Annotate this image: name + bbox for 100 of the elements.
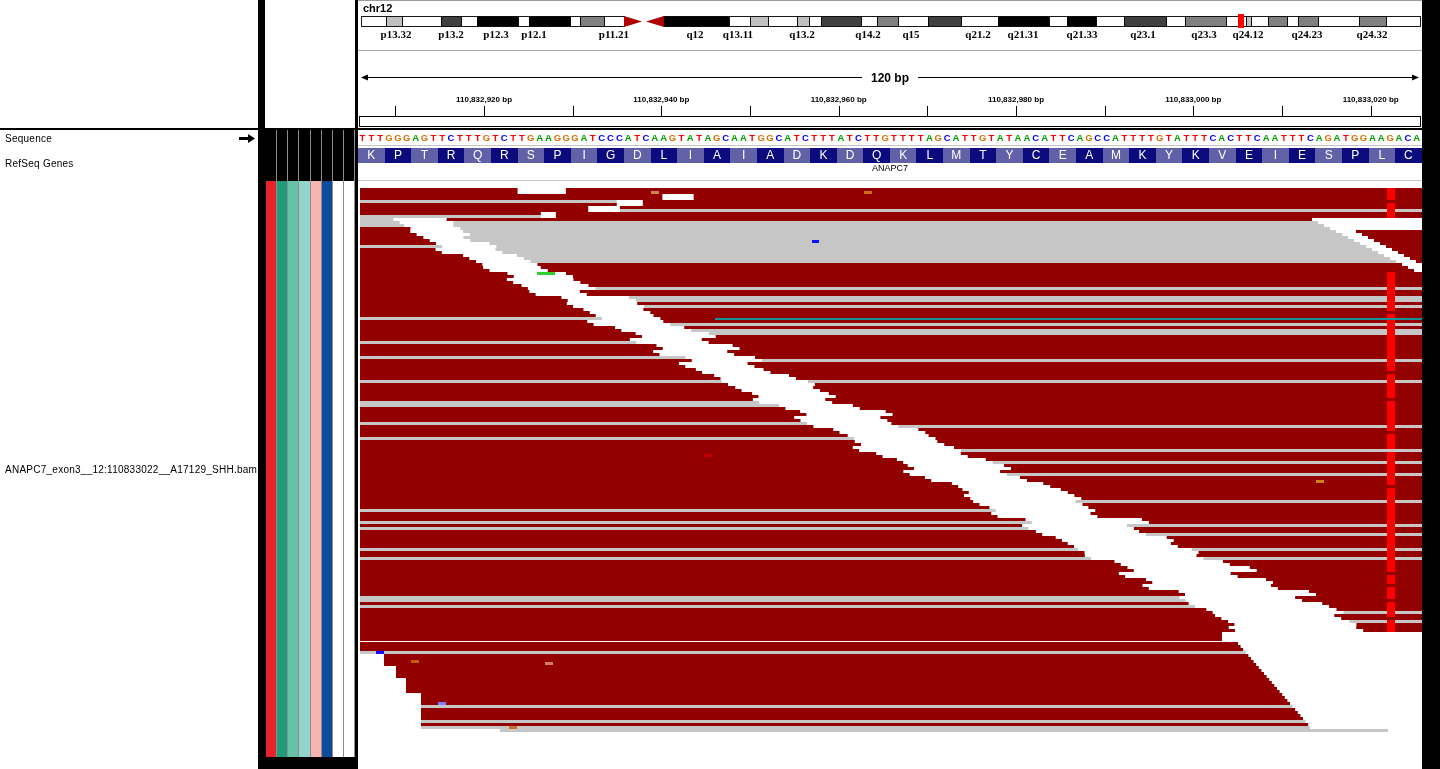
cytoband-label: q21.2 <box>965 28 991 40</box>
amino-acid: D <box>836 148 864 163</box>
amino-acid: C <box>1022 148 1050 163</box>
amino-acid: A <box>1076 148 1103 163</box>
nucleotide: T <box>1200 132 1208 143</box>
nucleotide: T <box>792 132 801 143</box>
nucleotide: T <box>1191 132 1200 143</box>
nucleotide: G <box>712 132 722 143</box>
nucleotide: T <box>695 132 703 143</box>
span-label: 120 bp <box>871 71 909 85</box>
nucleotide: T <box>1138 132 1146 143</box>
nucleotide: G <box>570 132 580 143</box>
amino-acid: E <box>1288 148 1316 163</box>
nucleotide: T <box>518 132 526 143</box>
ruler-tick-label: 110,833,000 bp <box>1165 95 1222 104</box>
nucleotide: A <box>1394 132 1404 143</box>
amino-acid: R <box>437 148 465 163</box>
nucleotide: C <box>1208 132 1218 143</box>
nucleotide: T <box>907 132 916 143</box>
nucleotide: T <box>960 132 969 143</box>
amino-acid: C <box>1395 148 1422 163</box>
nucleotide: T <box>969 132 978 143</box>
nucleotide: C <box>1102 132 1112 143</box>
amino-acid: K <box>1129 148 1156 163</box>
nucleotide: C <box>641 132 651 143</box>
nucleotide: T <box>1120 132 1129 143</box>
right-arrow-icon[interactable] <box>239 133 255 143</box>
nucleotide: A <box>1022 132 1032 143</box>
amino-acid: Q <box>464 148 491 163</box>
amino-acid: P <box>544 148 571 163</box>
cytoband-label: q14.2 <box>855 28 881 40</box>
nucleotide: A <box>535 132 545 143</box>
chromosome-ideogram[interactable] <box>361 16 1421 27</box>
ruler-tick-label: 110,832,940 bp <box>633 95 690 104</box>
cytoband-label: q23.1 <box>1130 28 1156 40</box>
amino-acid: A <box>703 148 731 163</box>
nucleotide: A <box>685 132 695 143</box>
amino-acid: S <box>517 148 545 163</box>
nucleotide: G <box>1323 132 1333 143</box>
nucleotide: A <box>1376 132 1386 143</box>
nucleotide: T <box>633 132 641 143</box>
nucleotide: G <box>880 132 890 143</box>
nucleotide: T <box>1164 132 1173 143</box>
nucleotide: T <box>1279 132 1288 143</box>
nucleotide: T <box>748 132 757 143</box>
nucleotide: C <box>1093 132 1103 143</box>
chromosome-label: chr12 <box>363 2 393 14</box>
nucleotide: C <box>942 132 952 143</box>
nucleotide: A <box>703 132 713 143</box>
nucleotide: T <box>987 132 996 143</box>
nucleotide: T <box>1244 132 1253 143</box>
cytoband-label: p13.2 <box>438 28 464 40</box>
amino-acid: I <box>570 148 598 163</box>
amino-acid: K <box>1182 148 1209 163</box>
nucleotide: C <box>854 132 863 143</box>
nucleotide: G <box>561 132 571 143</box>
amino-acid: Y <box>996 148 1023 163</box>
nucleotide: A <box>783 132 793 143</box>
nucleotide: G <box>526 132 536 143</box>
cytoband-label: q21.33 <box>1066 28 1098 40</box>
track-name: RefSeq Genes <box>5 158 74 169</box>
nucleotide: A <box>1367 132 1377 143</box>
amino-acid: Y <box>1155 148 1183 163</box>
region-marker-icon <box>1238 14 1244 28</box>
nucleotide: G <box>393 132 403 143</box>
cytoband-label: q24.23 <box>1291 28 1323 40</box>
nucleotide: A <box>730 132 739 143</box>
nucleotide: C <box>597 132 607 143</box>
nucleotide: G <box>1084 132 1094 143</box>
nucleotide: G <box>552 132 562 143</box>
nucleotide: A <box>1270 132 1280 143</box>
cytoband-label: q21.31 <box>1007 28 1039 40</box>
amino-acid: S <box>1315 148 1342 163</box>
nucleotide: C <box>614 132 624 143</box>
nucleotide: G <box>482 132 491 143</box>
amino-acid: P <box>1341 148 1369 163</box>
nucleotide: A <box>579 132 589 143</box>
cytoband-label: q15 <box>902 28 920 40</box>
nucleotide: T <box>473 132 482 143</box>
nucleotide: C <box>1252 132 1262 143</box>
nucleotide: T <box>1288 132 1297 143</box>
nucleotide: T <box>863 132 872 143</box>
nucleotide: G <box>1155 132 1165 143</box>
amino-acid: I <box>677 148 704 163</box>
nucleotide: C <box>606 132 615 143</box>
nucleotide: C <box>1226 132 1236 143</box>
cytoband-label: p11.21 <box>598 28 630 40</box>
nucleotide: T <box>358 132 367 143</box>
nucleotide: T <box>916 132 925 143</box>
nucleotide: T <box>890 132 898 143</box>
amino-acid: V <box>1209 148 1236 163</box>
nucleotide: C <box>1305 132 1315 143</box>
nucleotide: A <box>659 132 669 143</box>
nucleotide: A <box>1412 132 1422 143</box>
amino-acid: D <box>623 148 651 163</box>
amino-acid: I <box>1262 148 1289 163</box>
nucleotide: T <box>677 132 686 143</box>
nucleotide: T <box>845 132 854 143</box>
cytoband-label: q24.32 <box>1356 28 1388 40</box>
amino-acid: T <box>411 148 438 163</box>
